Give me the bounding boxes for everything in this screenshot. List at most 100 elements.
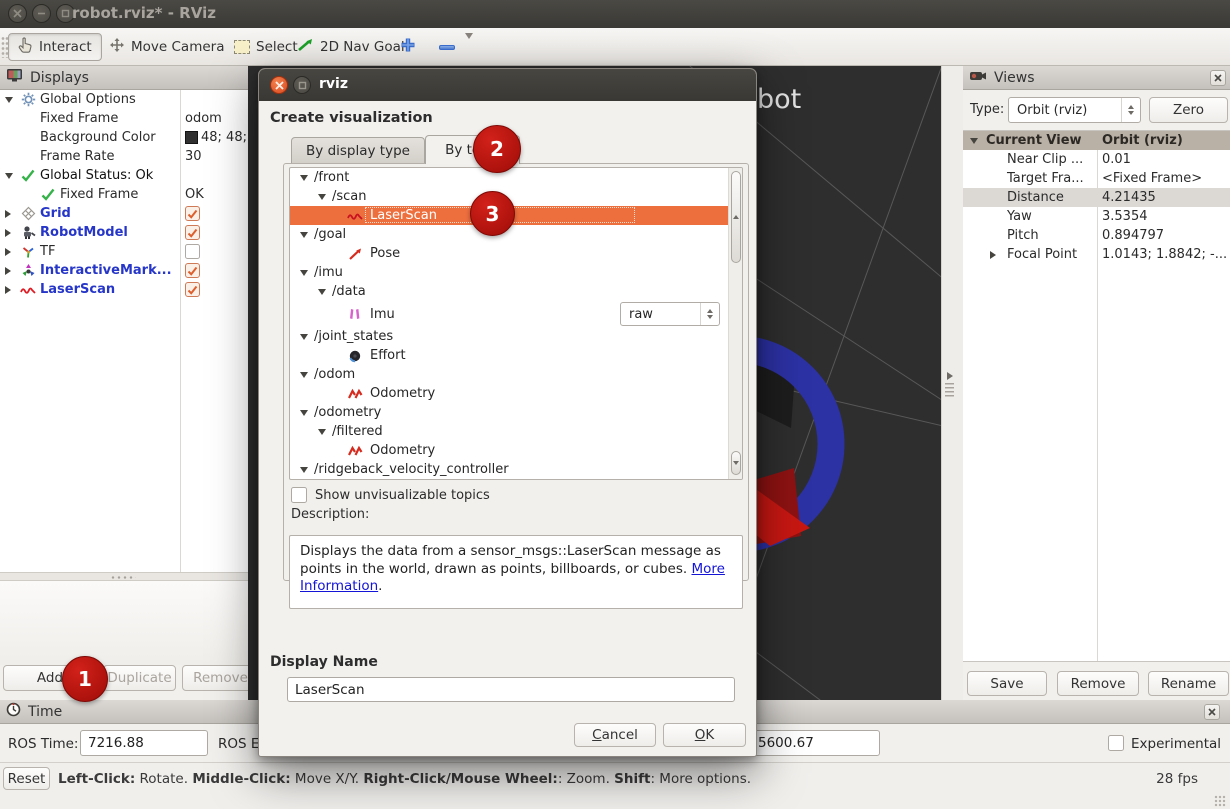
row-value[interactable]: 48; 48; 4 [185, 130, 247, 145]
topic-row-imu-data[interactable]: /data [290, 282, 742, 301]
displays-panel-header[interactable]: Displays [0, 66, 248, 90]
expander-down-icon[interactable] [970, 138, 978, 144]
topic-row-odometry-filtered[interactable]: /filtered [290, 422, 742, 441]
row-value[interactable]: 30 [185, 149, 247, 164]
row-value[interactable]: 3.5354 [1102, 209, 1228, 224]
tree-row-tf[interactable]: TF [0, 242, 248, 261]
tree-row-background-color[interactable]: Background Color 48; 48; 4 [0, 128, 248, 147]
row-checkbox[interactable] [185, 263, 247, 278]
view-row-focal-point[interactable]: Focal Point 1.0143; 1.8842; -... [963, 245, 1230, 264]
duplicate-display-button[interactable]: Duplicate [103, 665, 176, 691]
expander-right-icon[interactable] [5, 286, 11, 294]
view-row-near-clip[interactable]: Near Clip ... 0.01 [963, 150, 1230, 169]
row-checkbox[interactable] [185, 244, 247, 259]
scrollbar[interactable] [728, 168, 742, 479]
view-row-current-view[interactable]: Current View Orbit (rviz) [963, 131, 1230, 150]
tab-by-display-type[interactable]: By display type [291, 137, 425, 163]
imu-raw-combo[interactable]: raw [620, 302, 720, 326]
topic-row-laserscan-selected[interactable]: LaserScan [290, 206, 742, 225]
topic-row-odometry[interactable]: /odometry [290, 403, 742, 422]
row-value[interactable]: <Fixed Frame> [1102, 171, 1228, 186]
topic-row-goal[interactable]: /goal [290, 225, 742, 244]
tool-menu-caret-icon[interactable] [465, 39, 473, 55]
views-property-table[interactable]: Current View Orbit (rviz) Near Clip ... … [963, 130, 1230, 662]
topic-row-filtered-odometry[interactable]: Odometry [290, 441, 742, 460]
remove-tool-button[interactable] [430, 33, 482, 61]
expander-down-icon[interactable] [318, 429, 326, 435]
topic-row-pose[interactable]: Pose [290, 244, 742, 263]
rename-view-button[interactable]: Rename [1148, 671, 1229, 696]
save-view-button[interactable]: Save [967, 671, 1047, 696]
add-tool-button[interactable] [390, 33, 426, 61]
wall-time-input[interactable] [750, 730, 880, 756]
expander-right-icon[interactable] [5, 267, 11, 275]
row-checkbox[interactable] [185, 225, 247, 240]
tree-row-grid[interactable]: Grid [0, 204, 248, 223]
topic-row-imu-msg[interactable]: Imu raw [290, 301, 742, 327]
topic-row-effort[interactable]: Effort [290, 346, 742, 365]
topic-row-odom-odometry[interactable]: Odometry [290, 384, 742, 403]
topic-row-imu[interactable]: /imu [290, 263, 742, 282]
expander-down-icon[interactable] [300, 467, 308, 473]
view-row-target-frame[interactable]: Target Fra... <Fixed Frame> [963, 169, 1230, 188]
view-row-yaw[interactable]: Yaw 3.5354 [963, 207, 1230, 226]
tree-row-robotmodel[interactable]: RobotModel [0, 223, 248, 242]
dialog-maximize-icon[interactable] [293, 76, 311, 94]
expander-down-icon[interactable] [300, 232, 308, 238]
expander-right-icon[interactable] [5, 248, 11, 256]
combo-spinner-icon[interactable] [1121, 98, 1140, 122]
row-value[interactable]: odom [185, 111, 247, 126]
cancel-button[interactable]: Cancel [574, 723, 656, 747]
topic-row-front[interactable]: /front [290, 168, 742, 187]
reset-button[interactable]: Reset [3, 767, 50, 790]
topic-tree[interactable]: /front /scan LaserScan /goal [289, 167, 743, 480]
views-panel-header[interactable]: Views [963, 66, 1230, 90]
panel-splitter[interactable] [0, 572, 248, 581]
topic-row-odom[interactable]: /odom [290, 365, 742, 384]
ros-time-input[interactable] [80, 730, 208, 756]
combo-spinner-icon[interactable] [700, 303, 719, 325]
expander-down-icon[interactable] [318, 289, 326, 295]
tree-row-laserscan[interactable]: LaserScan [0, 280, 248, 299]
topic-row-ridgeback[interactable]: /ridgeback_velocity_controller [290, 460, 742, 479]
tree-row-global-options[interactable]: Global Options [0, 90, 248, 109]
tree-row-fixed-frame[interactable]: Fixed Frame odom [0, 109, 248, 128]
display-name-input[interactable] [287, 677, 735, 702]
expander-down-icon[interactable] [300, 334, 308, 340]
expander-right-icon[interactable] [5, 229, 11, 237]
expander-down-icon[interactable] [5, 97, 13, 103]
expander-down-icon[interactable] [318, 194, 326, 200]
resize-grip[interactable] [1214, 795, 1226, 807]
topic-row-joint-states[interactable]: /joint_states [290, 327, 742, 346]
expander-right-icon[interactable] [5, 210, 11, 218]
expander-down-icon[interactable] [300, 372, 308, 378]
panel-collapse-handle[interactable] [945, 372, 954, 397]
expander-down-icon[interactable] [5, 173, 13, 179]
row-value[interactable]: 4.21435 [1102, 190, 1228, 205]
dialog-titlebar[interactable]: rviz [259, 69, 756, 101]
row-checkbox[interactable] [185, 282, 247, 297]
tree-row-frame-rate[interactable]: Frame Rate 30 [0, 147, 248, 166]
views-close-icon[interactable] [1210, 70, 1226, 86]
tree-row-fixed-frame-status[interactable]: Fixed Frame OK [0, 185, 248, 204]
scrollbar-down-icon[interactable] [731, 451, 741, 475]
row-value[interactable]: 1.0143; 1.8842; -... [1102, 247, 1228, 262]
row-checkbox[interactable] [185, 206, 247, 221]
ok-button[interactable]: OK [663, 723, 746, 747]
tree-row-interactive-markers[interactable]: InteractiveMark... [0, 261, 248, 280]
window-minimize-icon[interactable] [32, 4, 51, 23]
view-type-combo[interactable]: Orbit (rviz) [1008, 97, 1141, 123]
scrollbar-thumb[interactable] [731, 171, 741, 263]
view-row-pitch[interactable]: Pitch 0.894797 [963, 226, 1230, 245]
remove-view-button[interactable]: Remove [1057, 671, 1139, 696]
expander-right-icon[interactable] [990, 251, 996, 259]
expander-down-icon[interactable] [300, 410, 308, 416]
window-close-icon[interactable] [8, 4, 27, 23]
expander-down-icon[interactable] [300, 175, 308, 181]
tree-row-global-status[interactable]: Global Status: Ok [0, 166, 248, 185]
time-close-icon[interactable] [1204, 704, 1220, 720]
dialog-close-icon[interactable] [270, 76, 288, 94]
row-value[interactable]: 0.01 [1102, 152, 1228, 167]
interact-tool-button[interactable]: Interact [8, 33, 102, 61]
view-row-distance[interactable]: Distance 4.21435 [963, 188, 1230, 207]
